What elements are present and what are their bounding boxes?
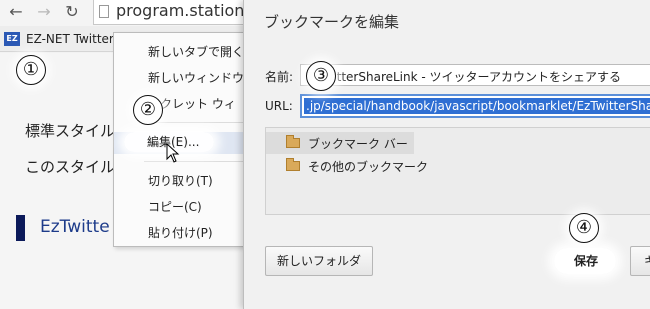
menu-item-open-new-tab[interactable]: 新しいタブで開く xyxy=(114,41,252,63)
menu-item-paste[interactable]: 貼り付け(P) xyxy=(114,222,252,244)
marker-2: ② xyxy=(133,95,163,125)
address-url: program.station xyxy=(116,1,245,20)
folder-other-bookmarks[interactable]: その他のブックマーク xyxy=(266,155,434,177)
back-arrow-icon[interactable]: ← xyxy=(6,2,26,22)
marker-4: ④ xyxy=(569,213,599,243)
page-link-eztwitter[interactable]: EzTwitte xyxy=(40,217,110,237)
url-label: URL: xyxy=(265,99,293,113)
page-text-line2: このスタイル xyxy=(25,158,116,176)
mouse-cursor-icon xyxy=(166,143,180,163)
menu-separator xyxy=(144,122,244,123)
menu-item-copy[interactable]: コピー(C) xyxy=(114,196,252,218)
folder-icon xyxy=(286,135,300,148)
name-label: 名前: xyxy=(265,70,294,84)
name-field[interactable]: T TwitterShareLink - ツイッターアカウントをシェアする xyxy=(300,64,650,86)
forward-arrow-icon[interactable]: → xyxy=(34,2,54,22)
name-value: T TwitterShareLink - ツイッターアカウントをシェアする xyxy=(307,70,622,84)
dialog-title: ブックマークを編集 xyxy=(264,13,400,31)
folder-label: その他のブックマーク xyxy=(308,159,429,174)
menu-item-cut[interactable]: 切り取り(T) xyxy=(114,170,252,192)
edit-bookmark-dialog: ブックマークを編集 名前: T TwitterShareLink - ツイッター… xyxy=(243,0,650,309)
menu-item-open-new-window[interactable]: 新しいウィンドウ xyxy=(114,67,252,89)
marker-1: ① xyxy=(16,55,46,85)
folder-bookmark-bar[interactable]: ブックマーク バー xyxy=(266,132,414,154)
url-field[interactable]: .jp/special/handbook/javascript/bookmark… xyxy=(300,94,650,118)
page-icon xyxy=(99,5,109,18)
menu-separator xyxy=(144,161,244,162)
page-text-line1: 標準スタイル xyxy=(25,122,116,140)
bookmark-ez-net[interactable]: EZ EZ-NET TwitterSh xyxy=(4,30,129,48)
folder-tree: ブックマーク バー その他のブックマーク xyxy=(265,127,650,215)
link-accent-bar xyxy=(16,215,25,241)
folder-icon xyxy=(286,158,300,171)
new-folder-button[interactable]: 新しいフォルダ xyxy=(265,246,373,276)
cancel-button[interactable]: キ xyxy=(630,246,650,276)
url-value-selected: .jp/special/handbook/javascript/bookmark… xyxy=(304,98,650,114)
reload-icon[interactable]: ↻ xyxy=(62,2,82,22)
ez-favicon-icon: EZ xyxy=(4,32,20,46)
marker-3: ③ xyxy=(306,61,336,91)
folder-label: ブックマーク バー xyxy=(308,136,408,151)
save-button[interactable]: 保存 xyxy=(553,246,619,276)
